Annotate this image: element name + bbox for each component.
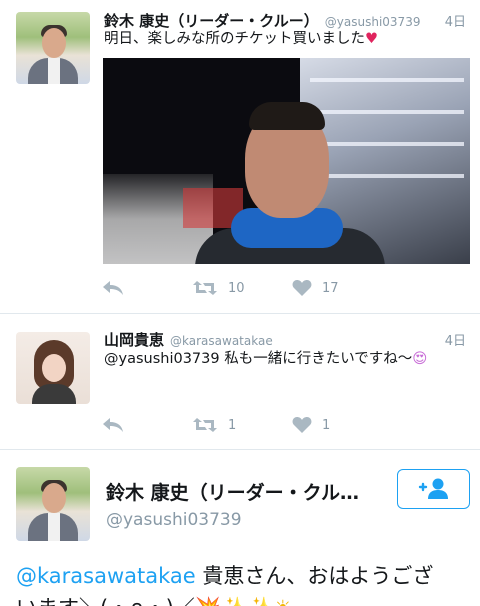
profile-handle[interactable]: @yasushi03739 [106,510,242,530]
retweet-count: 10 [228,280,245,296]
timestamp[interactable]: 4日 [445,330,466,349]
follow-button[interactable] [397,469,470,509]
tweet[interactable]: 山岡貴恵 @karasawatakae 4日 @yasushi03739 私も一… [0,314,480,450]
emoji-tail: 💥✨✨☀ [195,596,292,606]
tweet-photo[interactable] [103,58,470,264]
reply-icon [103,281,123,295]
tweet[interactable]: 鈴木 康史（リーダー・クルー） @yasushi03739 4日 明日、楽しみな… [0,0,480,314]
follow-person-icon [418,478,448,499]
like-icon [292,417,312,433]
reply-button[interactable] [102,280,192,296]
card-tweet-text: @karasawatakae 貴恵さん、おはようござ います＼(・∩・)／💥✨✨… [16,560,468,606]
like-icon [292,280,312,296]
user-handle[interactable]: @yasushi03739 [325,15,421,29]
user-handle[interactable]: @karasawatakae [170,334,273,348]
tweet-header: 山岡貴恵 @karasawatakae 4日 [104,329,466,351]
retweet-button[interactable]: 1 [192,416,292,434]
like-button[interactable]: 1 [292,416,372,434]
timestamp[interactable]: 4日 [445,11,466,30]
avatar[interactable] [16,332,90,404]
card-text-line2: います＼(・∩・)／ [16,596,195,606]
smile-emoji: 😍 [412,351,428,367]
mention-link[interactable]: @karasawatakae [16,564,196,588]
tweet-text: 明日、楽しみな所のチケット買いました♥ [104,29,468,49]
profile-name[interactable]: 鈴木 康史（リーダー・クル… [106,478,388,505]
avatar[interactable] [16,467,90,541]
tweet-text-body: 明日、楽しみな所のチケット買いました [104,31,365,47]
retweet-count: 1 [228,417,237,433]
user-name[interactable]: 鈴木 康史（リーダー・クルー） [104,10,319,31]
tweet-actions: 1 1 [102,415,372,435]
heart-emoji: ♥ [365,31,378,47]
card-text-line1: 貴恵さん、おはようござ [195,564,434,588]
reply-icon [103,418,123,432]
avatar[interactable] [16,12,90,84]
tweet-text-body: @yasushi03739 私も一緒に行きたいですね〜 [104,351,413,367]
retweet-icon [193,281,217,295]
reply-button[interactable] [102,417,192,433]
retweet-button[interactable]: 10 [192,279,292,297]
like-count: 17 [322,280,339,296]
tweet-text: @yasushi03739 私も一緒に行きたいですね〜😍 [104,349,468,369]
tweet-actions: 10 17 [102,278,372,298]
profile-tweet-card: 鈴木 康史（リーダー・クル… @yasushi03739 @karasawata… [0,450,480,606]
like-button[interactable]: 17 [292,279,372,297]
user-name[interactable]: 山岡貴恵 [104,329,164,350]
retweet-icon [193,418,217,432]
like-count: 1 [322,417,331,433]
